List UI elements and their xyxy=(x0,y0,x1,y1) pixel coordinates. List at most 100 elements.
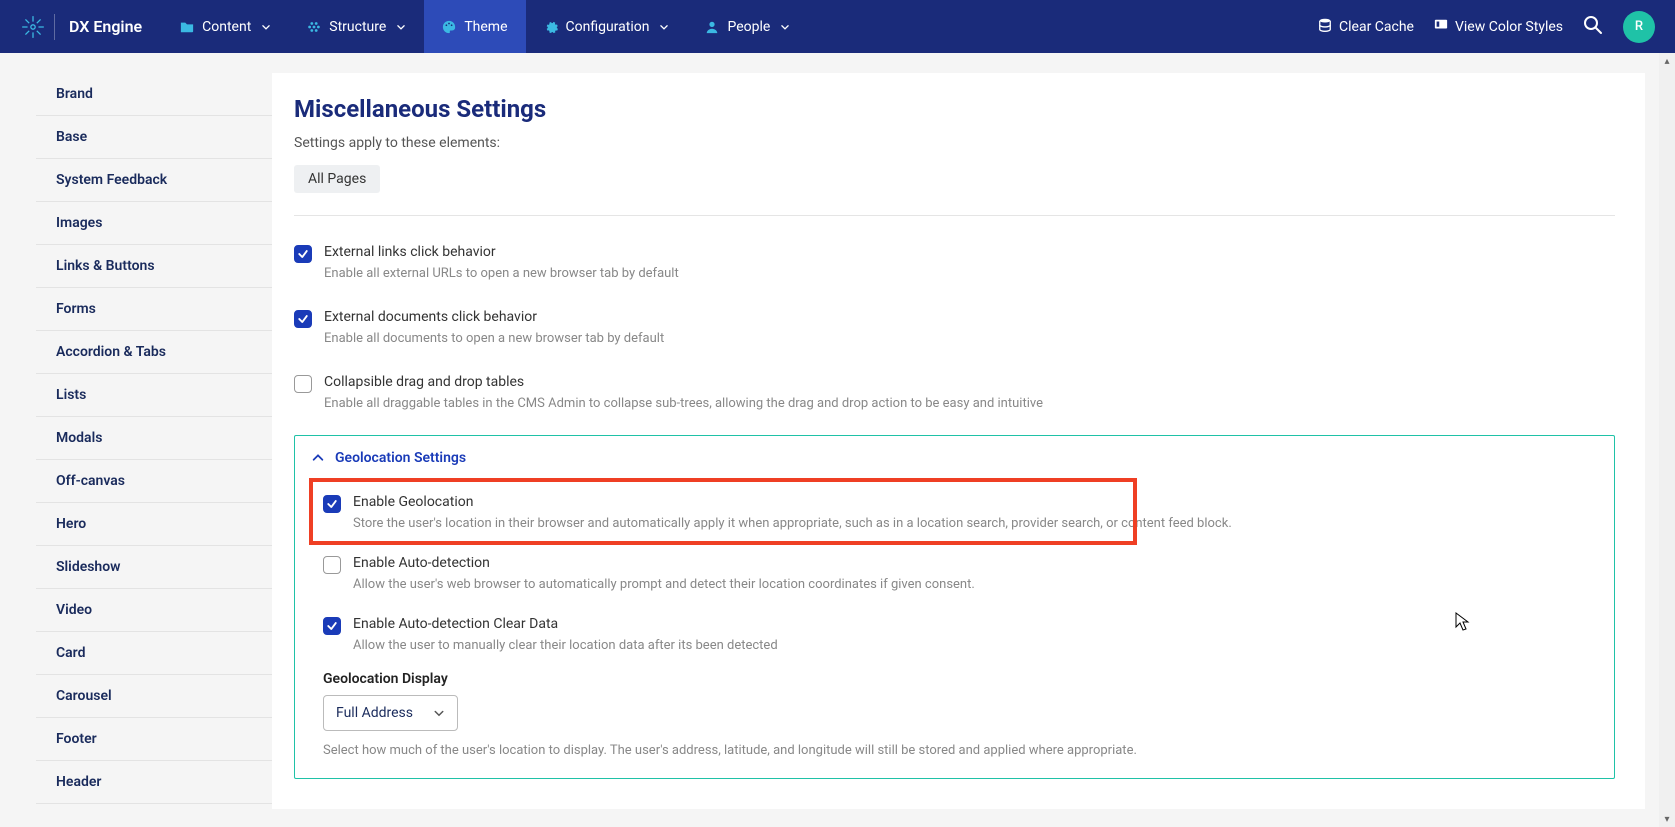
main-panel: Miscellaneous Settings Settings apply to… xyxy=(272,73,1645,809)
geolocation-panel: Geolocation Settings Enable GeolocationS… xyxy=(294,435,1615,779)
nav-label: Content xyxy=(202,19,251,35)
dots-icon xyxy=(307,20,321,34)
setting-body: Enable Auto-detection Clear Data Allow th… xyxy=(353,616,1586,653)
chevron-down-icon xyxy=(396,22,406,32)
page-subtitle: Settings apply to these elements: xyxy=(294,135,1615,151)
setting-body: Collapsible drag and drop tablesEnable a… xyxy=(324,374,1615,411)
nav-item-people[interactable]: People xyxy=(687,0,808,53)
checkbox-geo-2[interactable] xyxy=(323,617,341,635)
sidebar-item-images[interactable]: Images xyxy=(36,202,272,245)
sidebar-item-carousel[interactable]: Carousel xyxy=(36,675,272,718)
nav-item-configuration[interactable]: Configuration xyxy=(526,0,688,53)
geolocation-body: Enable GeolocationStore the user's locat… xyxy=(295,480,1614,778)
setting-body: External documents click behavior Enable … xyxy=(324,309,1615,346)
setting-misc-1: External documents click behavior Enable … xyxy=(294,299,1615,364)
setting-body: Enable GeolocationStore the user's locat… xyxy=(353,494,1586,531)
nav-label: Theme xyxy=(464,19,507,35)
geolocation-display-select[interactable]: Full Address xyxy=(323,695,458,731)
sidebar-item-off-canvas[interactable]: Off-canvas xyxy=(36,460,272,503)
nav-item-theme[interactable]: Theme xyxy=(424,0,525,53)
chevron-up-icon xyxy=(311,451,325,465)
nav-label: People xyxy=(727,19,770,35)
checkbox-geo-1[interactable] xyxy=(323,556,341,574)
page-title: Miscellaneous Settings xyxy=(294,95,1615,123)
scope-chip: All Pages xyxy=(294,165,380,193)
sidebar-item-hero[interactable]: Hero xyxy=(36,503,272,546)
setting-desc: Store the user's location in their brows… xyxy=(353,516,1586,531)
nav-item-structure[interactable]: Structure xyxy=(289,0,424,53)
nav-item-content[interactable]: Content xyxy=(162,0,289,53)
chevron-down-icon xyxy=(433,707,445,719)
setting-body: External links click behavior Enable all … xyxy=(324,244,1615,281)
setting-geo-2: Enable Auto-detection Clear Data Allow th… xyxy=(323,606,1586,667)
geolocation-display-field: Geolocation Display Full Address Select … xyxy=(323,667,1586,758)
brand-logo-icon xyxy=(20,14,46,40)
sidebar-item-links-buttons[interactable]: Links & Buttons xyxy=(36,245,272,288)
geolocation-header[interactable]: Geolocation Settings xyxy=(295,436,1614,480)
avatar-initial: R xyxy=(1635,19,1643,34)
nav-label: Configuration xyxy=(566,19,650,35)
sidebar-item-card[interactable]: Card xyxy=(36,632,272,675)
nav-label: Structure xyxy=(329,19,386,35)
settings-sidebar: BrandBaseSystem FeedbackImagesLinks & Bu… xyxy=(0,53,272,827)
setting-geo-1: Enable Auto-detection Allow the user's we… xyxy=(323,545,1586,606)
sidebar-item-slideshow[interactable]: Slideshow xyxy=(36,546,272,589)
search-button[interactable] xyxy=(1583,15,1603,39)
scroll-down-arrow[interactable]: ▾ xyxy=(1659,811,1675,827)
setting-label: External documents click behavior xyxy=(324,309,1615,325)
setting-desc: Allow the user to manually clear their l… xyxy=(353,638,1586,653)
page-body: BrandBaseSystem FeedbackImagesLinks & Bu… xyxy=(0,53,1675,827)
geolocation-display-desc: Select how much of the user's location t… xyxy=(323,743,1586,758)
sidebar-item-modals[interactable]: Modals xyxy=(36,417,272,460)
setting-label: Collapsible drag and drop tables xyxy=(324,374,1615,390)
setting-misc-0: External links click behavior Enable all … xyxy=(294,234,1615,299)
checkbox-geo-0[interactable] xyxy=(323,495,341,513)
geolocation-display-value: Full Address xyxy=(336,705,413,721)
database-icon xyxy=(1318,18,1332,36)
scroll-up-arrow[interactable]: ▴ xyxy=(1659,53,1675,69)
geolocation-display-label: Geolocation Display xyxy=(323,671,1586,687)
view-color-styles-button[interactable]: View Color Styles xyxy=(1434,18,1563,36)
main-scroll[interactable]: Miscellaneous Settings Settings apply to… xyxy=(272,53,1675,827)
sidebar-item-footer[interactable]: Footer xyxy=(36,718,272,761)
top-navbar: DX Engine Content Structure Theme Configura… xyxy=(0,0,1675,53)
setting-desc: Enable all external URLs to open a new b… xyxy=(324,266,1615,281)
nav-items: Content Structure Theme Configuration People xyxy=(162,0,808,53)
folder-icon xyxy=(180,20,194,34)
checkbox-misc-0[interactable] xyxy=(294,245,312,263)
brand-divider xyxy=(54,14,55,40)
setting-label: External links click behavior xyxy=(324,244,1615,260)
sidebar-item-video[interactable]: Video xyxy=(36,589,272,632)
setting-label: Enable Auto-detection xyxy=(353,555,1586,571)
geolocation-title: Geolocation Settings xyxy=(335,450,466,466)
sidebar-item-accordion-tabs[interactable]: Accordion & Tabs xyxy=(36,331,272,374)
view-color-styles-label: View Color Styles xyxy=(1455,19,1563,35)
divider xyxy=(294,215,1615,216)
setting-desc: Enable all documents to open a new brows… xyxy=(324,331,1615,346)
swatch-icon xyxy=(1434,18,1448,36)
chevron-down-icon xyxy=(780,22,790,32)
sidebar-item-forms[interactable]: Forms xyxy=(36,288,272,331)
sidebar-item-system-feedback[interactable]: System Feedback xyxy=(36,159,272,202)
setting-desc: Allow the user's web browser to automati… xyxy=(353,577,1586,592)
setting-misc-2: Collapsible drag and drop tablesEnable a… xyxy=(294,364,1615,429)
setting-body: Enable Auto-detection Allow the user's we… xyxy=(353,555,1586,592)
brand[interactable]: DX Engine xyxy=(0,14,162,40)
setting-label: Enable Auto-detection Clear Data xyxy=(353,616,1586,632)
nav-right: Clear Cache View Color Styles R xyxy=(1318,11,1675,43)
checkbox-misc-2[interactable] xyxy=(294,375,312,393)
checkbox-misc-1[interactable] xyxy=(294,310,312,328)
sidebar-item-lists[interactable]: Lists xyxy=(36,374,272,417)
sidebar-item-header[interactable]: Header xyxy=(36,761,272,804)
sidebar-item-base[interactable]: Base xyxy=(36,116,272,159)
gear-icon xyxy=(544,20,558,34)
clear-cache-button[interactable]: Clear Cache xyxy=(1318,18,1414,36)
scrollbar-rail[interactable]: ▴ ▾ xyxy=(1659,53,1675,827)
user-avatar[interactable]: R xyxy=(1623,11,1655,43)
setting-geo-0: Enable GeolocationStore the user's locat… xyxy=(323,484,1586,545)
sidebar-item-brand[interactable]: Brand xyxy=(36,73,272,116)
clear-cache-label: Clear Cache xyxy=(1339,19,1414,35)
chevron-down-icon xyxy=(261,22,271,32)
brand-name: DX Engine xyxy=(69,17,142,36)
search-icon xyxy=(1583,15,1603,35)
